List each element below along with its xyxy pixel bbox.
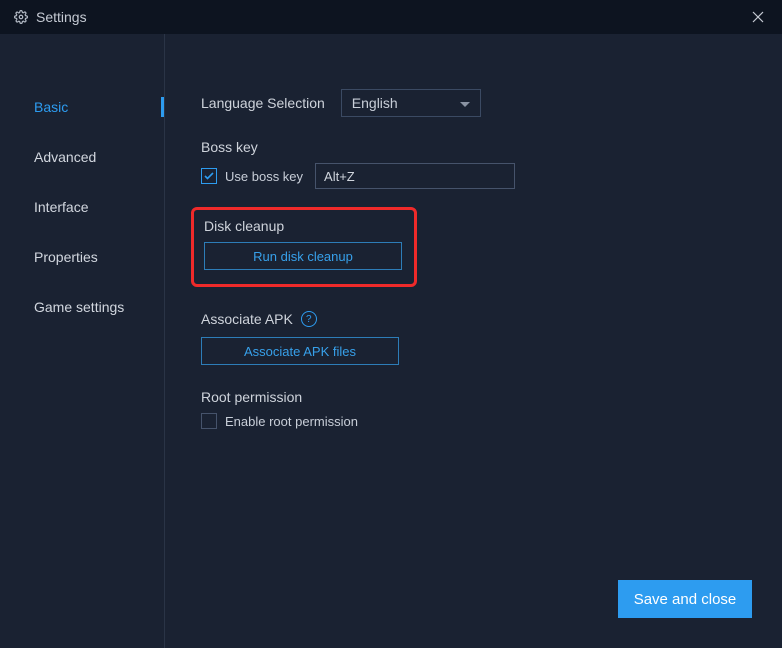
run-disk-cleanup-button[interactable]: Run disk cleanup bbox=[204, 242, 402, 270]
sidebar-item-label: Properties bbox=[34, 249, 98, 265]
associate-apk-section: Associate APK ? Associate APK files bbox=[201, 311, 750, 365]
root-permission-checkbox[interactable] bbox=[201, 413, 217, 429]
content: Basic Advanced Interface Properties Game… bbox=[0, 34, 782, 648]
sidebar: Basic Advanced Interface Properties Game… bbox=[0, 34, 165, 648]
window-title: Settings bbox=[36, 9, 744, 25]
button-label: Run disk cleanup bbox=[253, 249, 353, 264]
save-and-close-button[interactable]: Save and close bbox=[618, 580, 752, 618]
root-permission-label: Root permission bbox=[201, 389, 750, 405]
titlebar: Settings bbox=[0, 0, 782, 34]
associate-apk-label: Associate APK bbox=[201, 311, 293, 327]
bosskey-label: Boss key bbox=[201, 139, 750, 155]
associate-apk-button[interactable]: Associate APK files bbox=[201, 337, 399, 365]
close-icon[interactable] bbox=[744, 3, 772, 31]
gear-icon bbox=[14, 10, 28, 24]
help-icon[interactable]: ? bbox=[301, 311, 317, 327]
button-label: Associate APK files bbox=[244, 344, 356, 359]
root-permission-checkbox-label: Enable root permission bbox=[225, 414, 358, 429]
sidebar-item-label: Game settings bbox=[34, 299, 124, 315]
check-icon bbox=[204, 172, 214, 180]
bosskey-checkbox-label: Use boss key bbox=[225, 169, 303, 184]
sidebar-item-properties[interactable]: Properties bbox=[0, 232, 164, 282]
bosskey-section: Boss key Use boss key bbox=[201, 139, 750, 189]
language-select[interactable]: English bbox=[341, 89, 481, 117]
disk-cleanup-label: Disk cleanup bbox=[202, 218, 400, 234]
sidebar-item-game-settings[interactable]: Game settings bbox=[0, 282, 164, 332]
sidebar-item-advanced[interactable]: Advanced bbox=[0, 132, 164, 182]
language-select-value: English bbox=[352, 95, 398, 111]
root-permission-section: Root permission Enable root permission bbox=[201, 389, 750, 429]
bosskey-checkbox[interactable] bbox=[201, 168, 217, 184]
main-panel: Language Selection English Boss key Use … bbox=[165, 34, 782, 648]
sidebar-item-basic[interactable]: Basic bbox=[0, 82, 164, 132]
bosskey-input[interactable] bbox=[315, 163, 515, 189]
button-label: Save and close bbox=[634, 591, 737, 608]
chevron-down-icon bbox=[460, 95, 470, 111]
sidebar-item-label: Advanced bbox=[34, 149, 96, 165]
sidebar-item-label: Basic bbox=[34, 99, 68, 115]
language-label: Language Selection bbox=[201, 95, 325, 111]
sidebar-item-interface[interactable]: Interface bbox=[0, 182, 164, 232]
sidebar-item-label: Interface bbox=[34, 199, 88, 215]
disk-cleanup-highlight: Disk cleanup Run disk cleanup bbox=[191, 207, 417, 287]
language-row: Language Selection English bbox=[201, 89, 750, 117]
